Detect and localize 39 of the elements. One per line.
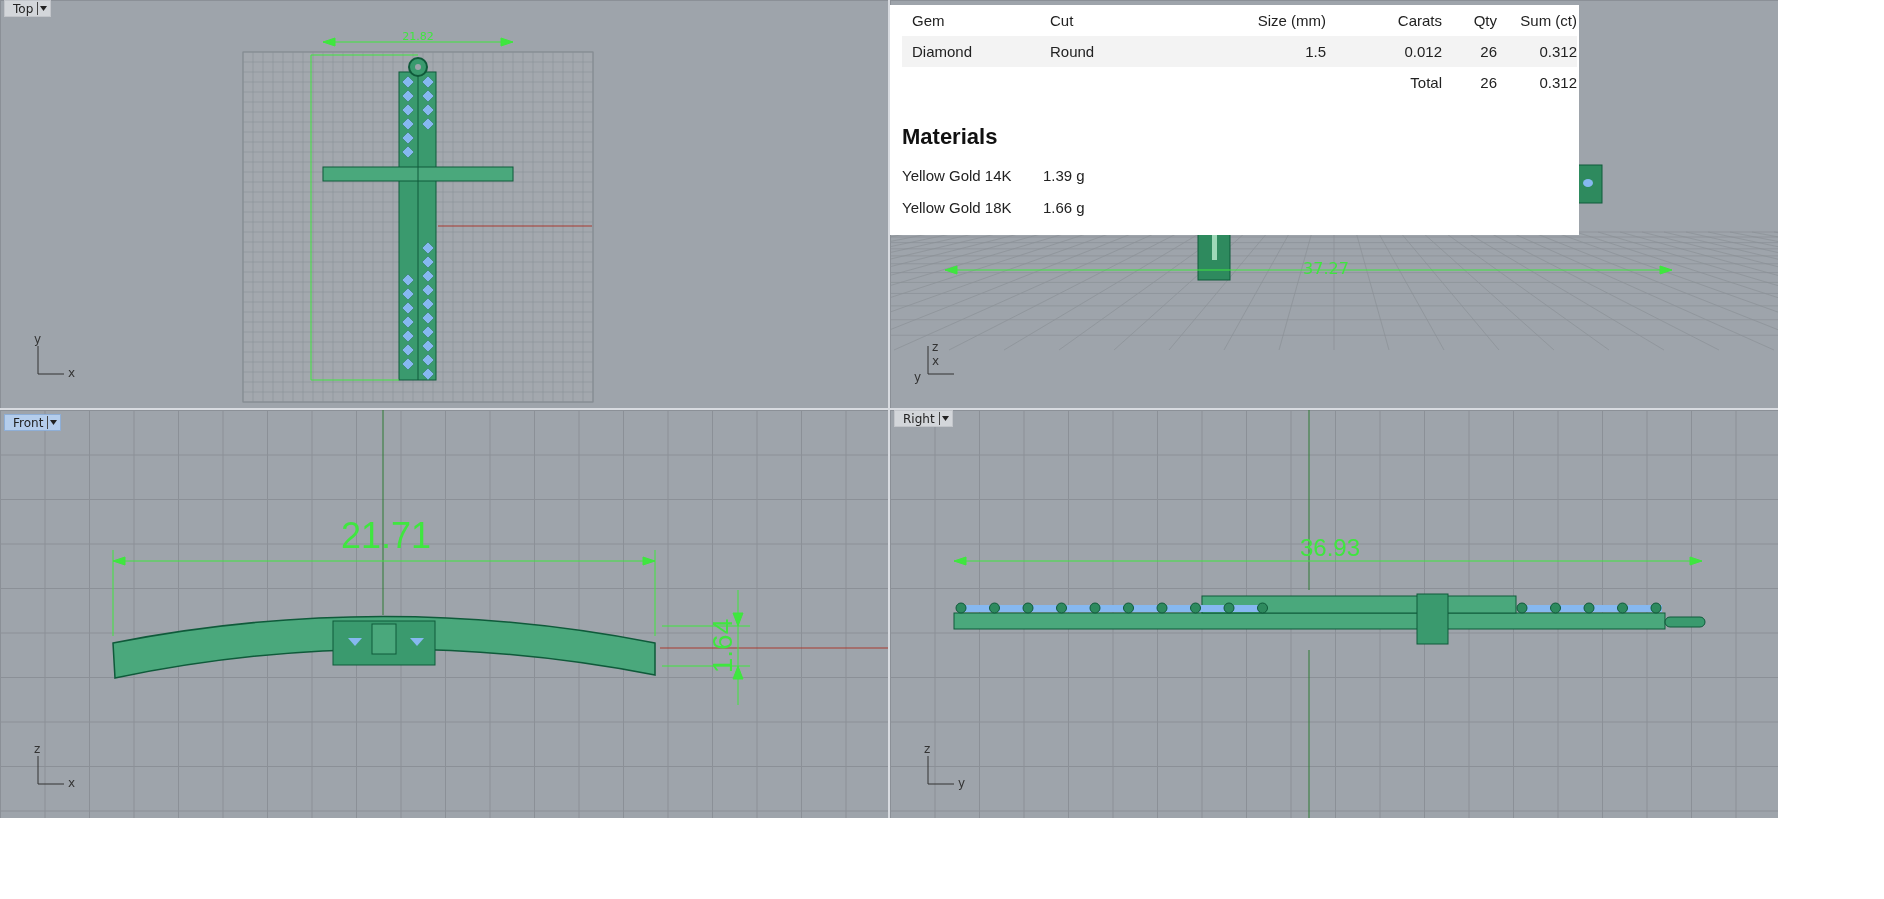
axis-label: z: [34, 742, 41, 756]
viewport-tab[interactable]: Front: [4, 414, 62, 431]
viewport-tab[interactable]: Top: [4, 0, 52, 17]
material-name: Yellow Gold 14K: [902, 166, 1013, 186]
axis-label: x: [68, 366, 76, 380]
table-cell: 26: [1442, 36, 1497, 67]
column-header: Size (mm): [1256, 11, 1326, 31]
table-cell: Diamond: [902, 36, 1040, 67]
material-name: Yellow Gold 18K: [902, 198, 1013, 218]
caret-icon: [40, 6, 48, 11]
axis-label: x: [932, 354, 940, 368]
column-header: Gem: [911, 11, 946, 31]
axis-label: y: [34, 332, 42, 346]
table-cell: 0.312: [1497, 36, 1577, 67]
table-cell: 0.012: [1326, 36, 1442, 67]
axis-label: z: [924, 742, 931, 756]
pendant-part-drawing: [1577, 164, 1603, 204]
column-header: Carats: [1396, 11, 1442, 31]
material-weight: 1.39 g: [1043, 166, 1086, 186]
table-cell: Round: [1040, 36, 1160, 67]
column-header: Cut: [1049, 11, 1075, 31]
dimension-value: 21.82: [402, 30, 434, 43]
axis-label: x: [68, 776, 76, 790]
table-cell: 1.5: [1160, 36, 1326, 67]
viewport-tab[interactable]: Right: [894, 410, 953, 427]
caret-icon: [941, 416, 949, 421]
table-cell-text: 0.312: [1538, 73, 1577, 93]
caret-icon: [50, 420, 58, 425]
axis-label: y: [914, 370, 922, 384]
material-weight: 1.66 g: [1043, 198, 1086, 218]
column-header: Qty: [1472, 11, 1497, 31]
axis-label: z: [932, 340, 939, 354]
table-cell-text: 26: [1479, 73, 1497, 93]
section-title: Materials: [902, 124, 999, 150]
total-label: Total: [1409, 73, 1442, 93]
dimension-value: 37.27: [1303, 259, 1349, 278]
dimension-value: 1.64: [707, 618, 738, 674]
column-header: Sum (ct): [1519, 11, 1577, 31]
axis-label: y: [958, 776, 966, 790]
